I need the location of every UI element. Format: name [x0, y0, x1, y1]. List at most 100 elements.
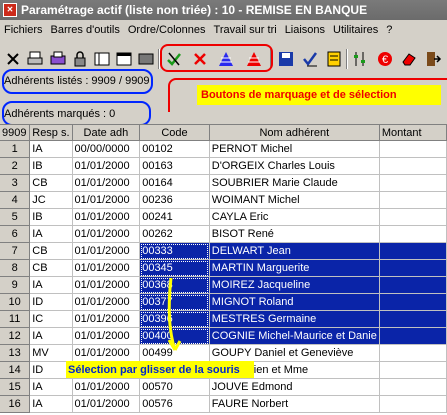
menu-fichiers[interactable]: Fichiers: [0, 24, 47, 36]
cell-resp[interactable]: IB: [29, 208, 73, 226]
cell-resp[interactable]: IA: [29, 276, 73, 294]
cell-nom[interactable]: BISOT René: [209, 225, 380, 243]
cell-montant[interactable]: [379, 174, 447, 192]
table-row[interactable]: 3 CB 01/01/2000 00164 SOUBRIER Marie Claude: [0, 174, 447, 192]
cell-nom[interactable]: SOUBRIER Marie Claude: [209, 174, 380, 192]
cell-date[interactable]: 01/01/2000: [72, 157, 141, 175]
document-icon[interactable]: [324, 49, 344, 69]
book-icon[interactable]: [92, 49, 112, 69]
save-icon[interactable]: [276, 49, 296, 69]
close-icon[interactable]: [3, 49, 23, 69]
cell-nom[interactable]: D'ORGEIX Charles Louis: [209, 157, 380, 175]
app-icon[interactable]: ✕: [3, 3, 17, 17]
col-header-date[interactable]: Date adh: [72, 125, 141, 141]
cell-date[interactable]: 01/01/2000: [72, 225, 141, 243]
eraser-icon[interactable]: [399, 49, 419, 69]
book-open-icon[interactable]: [136, 49, 156, 69]
cell-nom[interactable]: MARTIN Marguerite: [209, 259, 380, 277]
cell-nom[interactable]: GOUPY Daniel et Geneviève: [209, 344, 380, 362]
cell-nom[interactable]: FAURE Norbert: [209, 395, 380, 413]
row-number[interactable]: 5: [0, 208, 31, 226]
cell-resp[interactable]: ID: [29, 293, 73, 311]
row-number[interactable]: 7: [0, 242, 31, 260]
cell-code[interactable]: 00262: [139, 225, 210, 243]
cell-code[interactable]: 00576: [139, 395, 210, 413]
cell-code[interactable]: 00236: [139, 191, 210, 209]
validate-icon[interactable]: [300, 49, 320, 69]
exit-icon[interactable]: [423, 49, 443, 69]
table-row[interactable]: 1 IA 00/00/0000 00102 PERNOT Michel: [0, 140, 447, 158]
cell-montant[interactable]: [379, 361, 447, 379]
cell-montant[interactable]: [379, 259, 447, 277]
col-header-montant[interactable]: Montant: [379, 125, 447, 141]
cell-date[interactable]: 01/01/2000: [72, 293, 141, 311]
cell-code[interactable]: 00102: [139, 140, 210, 158]
cell-nom[interactable]: CAYLA Eric: [209, 208, 380, 226]
settings-icon[interactable]: [350, 49, 370, 69]
cell-montant[interactable]: [379, 344, 447, 362]
cell-date[interactable]: 01/01/2000: [72, 191, 141, 209]
table-row[interactable]: 7 CB 01/01/2000 00333 DELWART Jean: [0, 242, 447, 260]
cell-nom[interactable]: WOIMANT Michel: [209, 191, 380, 209]
col-header-nom[interactable]: Nom adhérent: [209, 125, 380, 141]
cell-date[interactable]: 01/01/2000: [72, 242, 141, 260]
table-row[interactable]: 10 ID 01/01/2000 00377 MIGNOT Roland: [0, 293, 447, 311]
cell-montant[interactable]: [379, 242, 447, 260]
cell-resp[interactable]: IB: [29, 157, 73, 175]
cell-montant[interactable]: [379, 310, 447, 328]
cell-date[interactable]: 00/00/0000: [72, 140, 141, 158]
calendar-icon[interactable]: [114, 49, 134, 69]
row-number[interactable]: 14: [0, 361, 31, 379]
table-row[interactable]: 12 IA 01/01/2000 00400 COGNIE Michel-Maurice…: [0, 327, 447, 345]
cell-date[interactable]: 01/01/2000: [72, 378, 141, 396]
cell-resp[interactable]: CB: [29, 259, 73, 277]
row-number[interactable]: 3: [0, 174, 31, 192]
lock-icon[interactable]: [70, 49, 90, 69]
row-number[interactable]: 6: [0, 225, 31, 243]
euro-icon[interactable]: €: [375, 49, 395, 69]
col-header-count[interactable]: 9909: [0, 125, 31, 141]
row-number[interactable]: 16: [0, 395, 31, 413]
table-row[interactable]: 4 JC 01/01/2000 00236 WOIMANT Michel: [0, 191, 447, 209]
print-preview-icon[interactable]: [48, 49, 68, 69]
col-header-code[interactable]: Code: [139, 125, 210, 141]
menu-barres-outils[interactable]: Barres d'outils: [47, 24, 124, 36]
table-row[interactable]: 16 IA 01/01/2000 00576 FAURE Norbert: [0, 395, 447, 413]
col-header-resp[interactable]: Resp s.: [29, 125, 73, 141]
menu-utilitaires[interactable]: Utilitaires: [329, 24, 382, 36]
cell-resp[interactable]: IA: [29, 225, 73, 243]
row-number[interactable]: 11: [0, 310, 31, 328]
table-row[interactable]: 11 IC 01/01/2000 00396 MESTRES Germaine: [0, 310, 447, 328]
row-number[interactable]: 8: [0, 259, 31, 277]
cell-code[interactable]: 00345: [139, 259, 210, 277]
cell-date[interactable]: 01/01/2000: [72, 276, 141, 294]
table-row[interactable]: 8 CB 01/01/2000 00345 MARTIN Marguerite: [0, 259, 447, 277]
cell-resp[interactable]: IA: [29, 140, 73, 158]
row-number[interactable]: 2: [0, 157, 31, 175]
cell-nom[interactable]: COGNIE Michel-Maurice et Danie: [209, 327, 380, 345]
table-row[interactable]: 9 IA 01/01/2000 00368 MOIREZ Jacqueline: [0, 276, 447, 294]
cell-resp[interactable]: MV: [29, 344, 73, 362]
table-row[interactable]: 6 IA 01/01/2000 00262 BISOT René: [0, 225, 447, 243]
cell-nom[interactable]: MIGNOT Roland: [209, 293, 380, 311]
table-row[interactable]: 2 IB 01/01/2000 00163 D'ORGEIX Charles Louis: [0, 157, 447, 175]
cell-resp[interactable]: IA: [29, 327, 73, 345]
cell-date[interactable]: 01/01/2000: [72, 395, 141, 413]
cell-montant[interactable]: [379, 208, 447, 226]
table-row[interactable]: 13 MV 01/01/2000 00499 GOUPY Daniel et Genev…: [0, 344, 447, 362]
cell-resp[interactable]: JC: [29, 191, 73, 209]
cell-montant[interactable]: [379, 191, 447, 209]
cell-resp[interactable]: IA: [29, 378, 73, 396]
cell-montant[interactable]: [379, 395, 447, 413]
row-number[interactable]: 12: [0, 327, 31, 345]
row-number[interactable]: 4: [0, 191, 31, 209]
cell-code[interactable]: 00333: [139, 242, 210, 260]
cell-nom[interactable]: MESTRES Germaine: [209, 310, 380, 328]
cell-montant[interactable]: [379, 225, 447, 243]
cell-code[interactable]: 00164: [139, 174, 210, 192]
cell-code[interactable]: 00241: [139, 208, 210, 226]
cell-date[interactable]: 01/01/2000: [72, 208, 141, 226]
cell-resp[interactable]: IC: [29, 310, 73, 328]
cell-montant[interactable]: [379, 327, 447, 345]
cell-date[interactable]: 01/01/2000: [72, 310, 141, 328]
